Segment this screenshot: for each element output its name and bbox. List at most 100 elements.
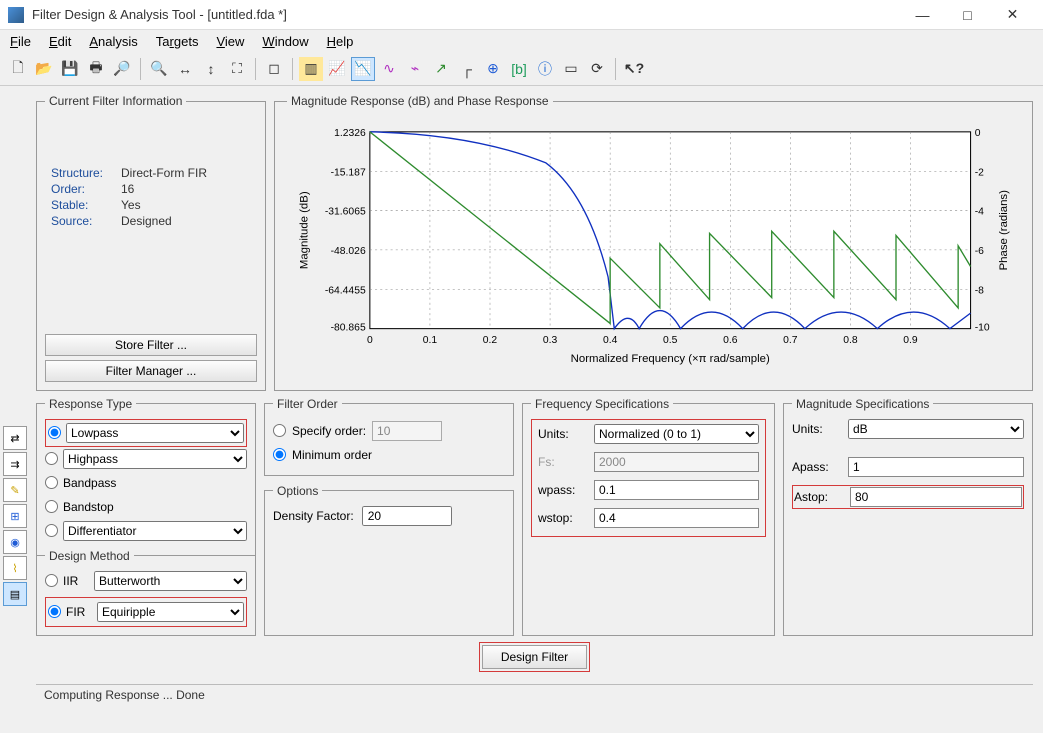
app-icon (8, 7, 24, 23)
mag-icon[interactable]: 📈 (325, 57, 349, 81)
radio-specify-order[interactable] (273, 424, 286, 437)
svg-text:0.5: 0.5 (663, 335, 678, 346)
select-highpass[interactable]: Highpass (63, 449, 247, 469)
save-icon[interactable]: 💾 (58, 57, 82, 81)
radio-iir[interactable] (45, 574, 58, 587)
select-mag-units[interactable]: dB (848, 419, 1024, 439)
input-astop[interactable] (850, 487, 1022, 507)
panel-magnitude-specs: Magnitude Specifications Units:dB Apass:… (783, 397, 1033, 636)
label-minimum-order: Minimum order (292, 448, 372, 462)
statusbar: Computing Response ... Done (36, 684, 1033, 705)
printpreview-icon[interactable]: 🔎 (110, 57, 134, 81)
window-title: Filter Design & Analysis Tool - [untitle… (32, 7, 900, 22)
radio-fir[interactable] (48, 605, 61, 618)
magphase-icon[interactable]: 📉 (351, 57, 375, 81)
roundoff-icon[interactable]: ⟳ (585, 57, 609, 81)
label-wpass: wpass: (538, 483, 586, 497)
lt-btn-5[interactable]: ◉ (3, 530, 27, 554)
store-filter-button[interactable]: Store Filter ... (45, 334, 257, 356)
maximize-button[interactable]: □ (945, 0, 990, 30)
svg-text:0.9: 0.9 (903, 335, 918, 346)
plot-legend: Magnitude Response (dB) and Phase Respon… (287, 94, 553, 108)
svg-text:0.2: 0.2 (483, 335, 498, 346)
lt-btn-3[interactable]: ✎ (3, 478, 27, 502)
select-iir[interactable]: Butterworth (94, 571, 247, 591)
input-apass[interactable] (848, 457, 1024, 477)
plot-ylabel-right: Phase (radians) (998, 190, 1010, 271)
zoomy-icon[interactable]: ↕ (199, 57, 223, 81)
zoomx-icon[interactable]: ↔ (173, 57, 197, 81)
impresp-icon[interactable]: ┌ (455, 57, 479, 81)
radio-highpass[interactable] (45, 452, 58, 465)
label-wstop: wstop: (538, 511, 586, 525)
new-icon[interactable]: 🗋 (6, 57, 30, 81)
label-astop: Astop: (794, 490, 842, 504)
select-lowpass[interactable]: Lowpass (66, 423, 244, 443)
fullview-icon[interactable]: ◻ (262, 57, 286, 81)
input-wstop[interactable] (594, 508, 759, 528)
mag-legend: Magnitude Specifications (792, 397, 933, 411)
design-filter-button[interactable]: Design Filter (482, 645, 587, 669)
select-fir[interactable]: Equiripple (97, 602, 244, 622)
radio-bandstop[interactable] (45, 500, 58, 513)
label-bandpass: Bandpass (63, 476, 116, 490)
menu-window[interactable]: Window (262, 34, 308, 49)
cfi-structure-value: Direct-Form FIR (121, 166, 207, 180)
menu-analysis[interactable]: Analysis (89, 34, 137, 49)
plot-svg: 1.2326-15.187-31.6065 -48.026-64.4455-80… (287, 120, 1012, 382)
svg-text:0.1: 0.1 (423, 335, 438, 346)
lt-btn-1[interactable]: ⇄ (3, 426, 27, 450)
svg-text:0.8: 0.8 (843, 335, 858, 346)
specs-icon[interactable]: ▥ (299, 57, 323, 81)
input-density-factor[interactable] (362, 506, 452, 526)
phase-icon[interactable]: ∿ (377, 57, 401, 81)
zoomin-icon[interactable]: 🔍 (147, 57, 171, 81)
svg-text:-6: -6 (975, 246, 984, 257)
phasedelay-icon[interactable]: ↗ (429, 57, 453, 81)
menu-help[interactable]: Help (327, 34, 354, 49)
print-icon[interactable]: 🖶 (84, 57, 108, 81)
lt-btn-4[interactable]: ⊞ (3, 504, 27, 528)
label-freq-units: Units: (538, 427, 586, 441)
panel-filter-order: Filter Order Specify order: Minimum orde… (264, 397, 514, 476)
input-fs (594, 452, 759, 472)
svg-text:0: 0 (975, 128, 981, 139)
menu-view[interactable]: View (216, 34, 244, 49)
menu-file[interactable]: File (10, 34, 31, 49)
menu-edit[interactable]: Edit (49, 34, 71, 49)
resp-legend: Response Type (45, 397, 136, 411)
info-icon[interactable]: ⓘ (533, 57, 557, 81)
radio-minimum-order[interactable] (273, 448, 286, 461)
lt-btn-2[interactable]: ⇉ (3, 452, 27, 476)
svg-text:0.7: 0.7 (783, 335, 798, 346)
label-mag-units: Units: (792, 422, 840, 436)
lt-btn-6[interactable]: ⌇ (3, 556, 27, 580)
cfi-stable-value: Yes (121, 198, 141, 212)
radio-lowpass[interactable] (48, 426, 61, 439)
grpdelay-icon[interactable]: ⌁ (403, 57, 427, 81)
input-wpass[interactable] (594, 480, 759, 500)
svg-text:-2: -2 (975, 167, 984, 178)
panel-response-type: Response Type Lowpass Highpass Bandpass … (36, 397, 256, 636)
input-specify-order (372, 421, 442, 441)
minimize-button[interactable]: — (900, 0, 945, 30)
cfi-order-value: 16 (121, 182, 134, 196)
radio-bandpass[interactable] (45, 476, 58, 489)
menu-targets[interactable]: Targets (156, 34, 199, 49)
radio-differentiator[interactable] (45, 524, 58, 537)
lt-btn-7[interactable]: ▤ (3, 582, 27, 606)
label-bandstop: Bandstop (63, 500, 114, 514)
plot-xlabel: Normalized Frequency (×π rad/sample) (571, 353, 770, 365)
stepresp-icon[interactable]: ▭ (559, 57, 583, 81)
select-freq-units[interactable]: Normalized (0 to 1) (594, 424, 759, 444)
close-button[interactable]: ✕ (990, 0, 1035, 30)
select-differentiator[interactable]: Differentiator (63, 521, 247, 541)
opt-legend: Options (273, 484, 322, 498)
open-icon[interactable]: 📂 (32, 57, 56, 81)
zoomfull-icon[interactable]: ⛶ (225, 57, 249, 81)
svg-text:-8: -8 (975, 285, 984, 296)
contexthelp-icon[interactable]: ↖? (622, 57, 646, 81)
coeffs-icon[interactable]: [b] (507, 57, 531, 81)
polezero-icon[interactable]: ⊕ (481, 57, 505, 81)
filter-manager-button[interactable]: Filter Manager ... (45, 360, 257, 382)
